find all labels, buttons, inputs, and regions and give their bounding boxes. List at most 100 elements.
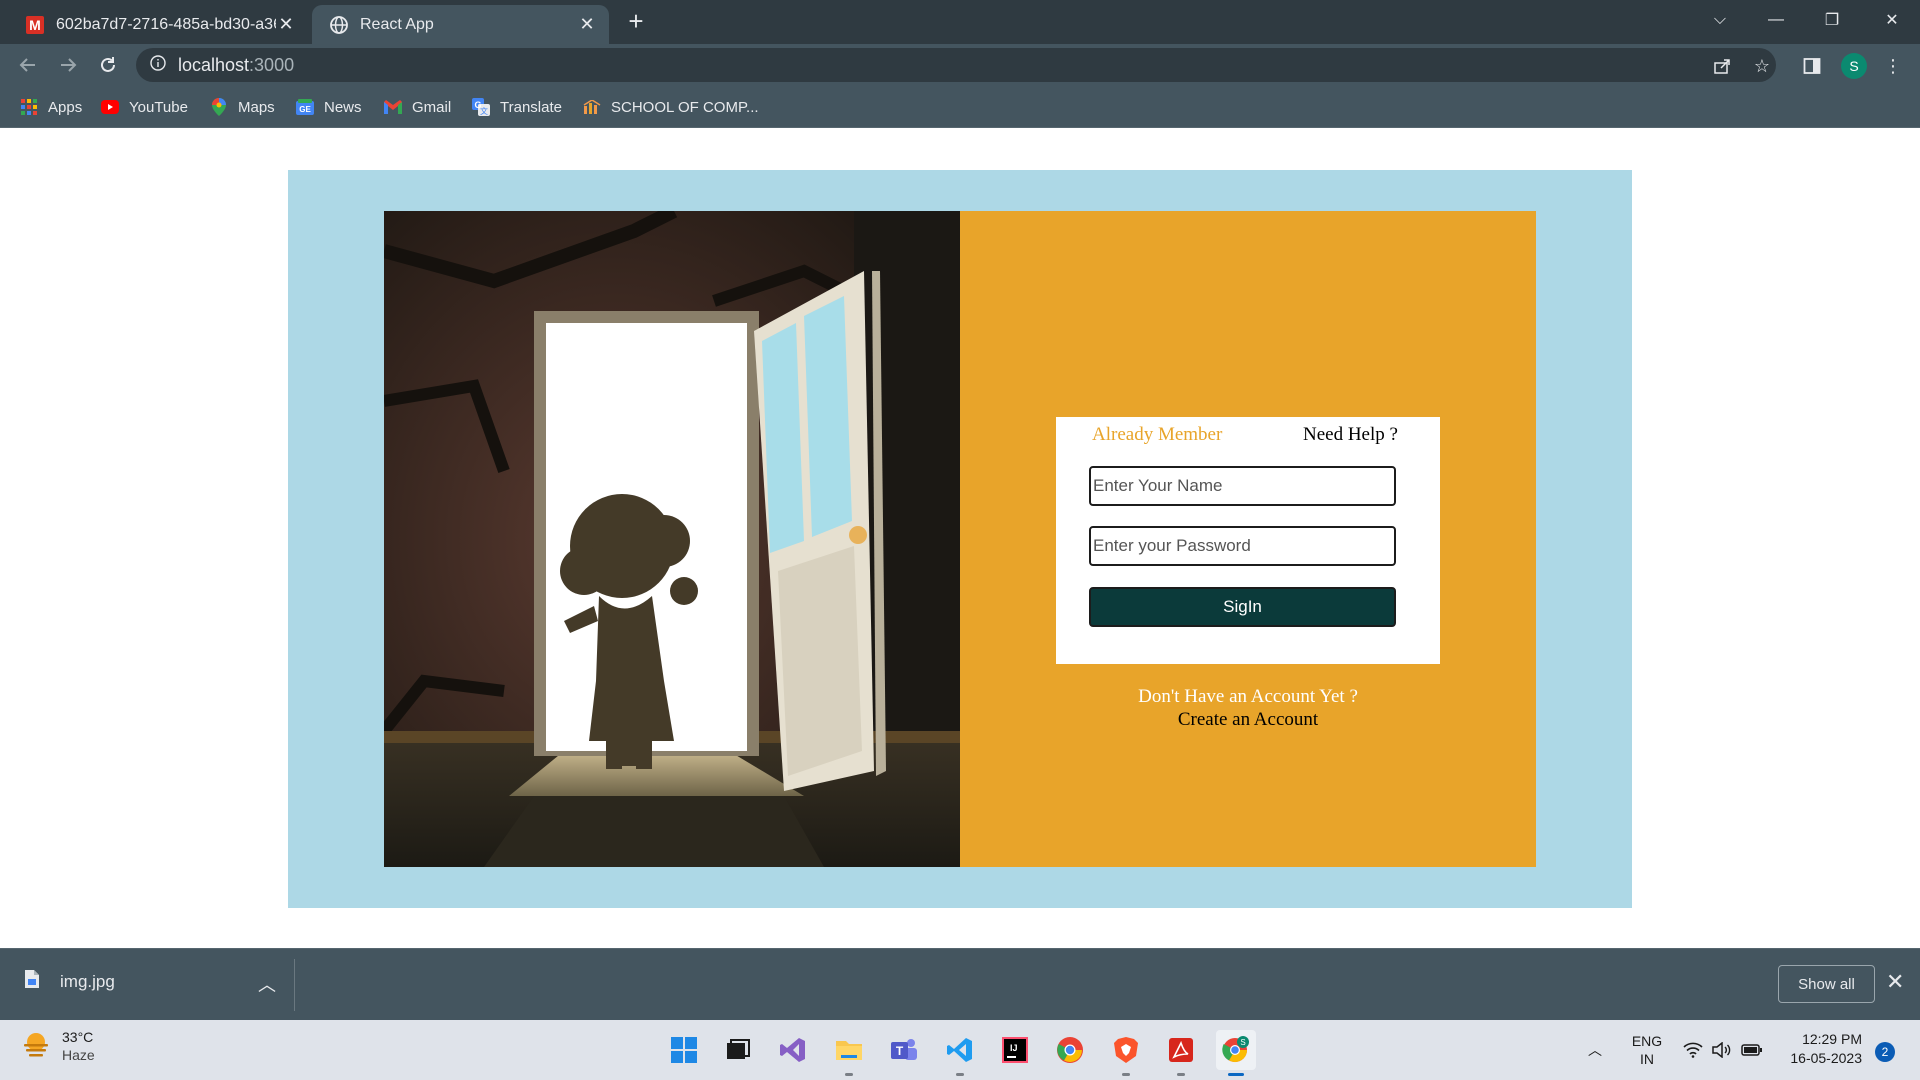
close-window-icon[interactable]: ✕ <box>1866 0 1918 40</box>
page-viewport: Already Member Need Help ? SigIn Don't H… <box>0 128 1920 948</box>
bookmark-translate[interactable]: G文 Translate <box>472 96 562 118</box>
reload-icon[interactable] <box>94 51 122 79</box>
close-tab-icon[interactable]: ✕ <box>577 14 597 35</box>
chrome-icon[interactable] <box>1050 1030 1090 1070</box>
weather-temp: 33°C <box>62 1029 94 1045</box>
tab-title: 602ba7d7-2716-485a-bd30-a36a <box>56 15 276 33</box>
browser-toolbar: localhost:3000 ☆ S ⋮ <box>0 44 1920 86</box>
close-tab-icon[interactable]: ✕ <box>276 14 296 35</box>
signup-prompt: Don't Have an Account Yet ? Create an Ac… <box>1056 685 1440 731</box>
brave-icon[interactable] <box>1106 1030 1146 1076</box>
signin-button[interactable]: SigIn <box>1089 587 1396 627</box>
login-panel: Already Member Need Help ? SigIn Don't H… <box>960 211 1536 867</box>
download-shelf: img.jpg ︿ Show all ✕ <box>0 948 1920 1020</box>
news-icon: GE <box>296 98 314 116</box>
svg-text:S: S <box>1240 1038 1245 1047</box>
chevron-up-icon[interactable]: ︿ <box>258 971 276 997</box>
tab-react-app[interactable]: React App ✕ <box>312 5 609 44</box>
share-icon[interactable] <box>1709 53 1735 79</box>
svg-text:文: 文 <box>480 106 488 116</box>
bookmark-label: Gmail <box>412 98 452 116</box>
back-icon[interactable] <box>14 51 42 79</box>
already-member-tab[interactable]: Already Member <box>1092 424 1222 446</box>
bookmark-label: SCHOOL OF COMP... <box>611 98 759 116</box>
bookmark-news[interactable]: GE News <box>296 96 362 118</box>
task-view-icon[interactable] <box>718 1030 758 1070</box>
clock-date: 16-05-2023 <box>1790 1050 1862 1066</box>
bookmark-star-icon[interactable]: ☆ <box>1749 53 1775 79</box>
tab-title: React App <box>360 15 434 33</box>
weather-widget[interactable]: 33°C Haze <box>22 1028 95 1064</box>
bookmark-school[interactable]: SCHOOL OF COMP... <box>583 96 759 118</box>
bookmark-gmail[interactable]: Gmail <box>384 96 451 118</box>
wifi-icon[interactable] <box>1683 1020 1703 1080</box>
no-account-text: Don't Have an Account Yet ? <box>1138 686 1358 707</box>
bookmark-label: Translate <box>500 98 562 116</box>
show-hidden-icons-chevron-icon[interactable]: ︿ <box>1588 1020 1602 1080</box>
download-file-name: img.jpg <box>60 971 115 991</box>
weather-desc: Haze <box>62 1047 95 1063</box>
haze-sun-icon <box>22 1030 50 1063</box>
gmail-m-icon: M <box>24 14 46 36</box>
windows-taskbar: 33°C Haze T IJ S ︿ ENG IN 12:29 PM 16-05… <box>0 1020 1920 1080</box>
download-item[interactable]: img.jpg <box>24 969 115 994</box>
svg-text:IJ: IJ <box>1010 1043 1018 1053</box>
file-icon <box>24 969 40 994</box>
tab-search-chevron-icon[interactable]: ⌵ <box>1694 0 1746 40</box>
svg-text:M: M <box>29 17 41 33</box>
bookmark-label: YouTube <box>129 98 188 116</box>
system-clock[interactable]: 12:29 PM 16-05-2023 <box>1778 1030 1862 1068</box>
new-tab-button[interactable]: + <box>622 8 650 36</box>
svg-text:T: T <box>896 1044 904 1058</box>
need-help-link[interactable]: Need Help ? <box>1303 424 1398 446</box>
bookmarks-bar: Apps YouTube Maps GE News Gmail G文 Trans… <box>0 86 1920 128</box>
language-indicator[interactable]: ENG IN <box>1630 1020 1664 1080</box>
intellij-icon[interactable]: IJ <box>995 1030 1035 1070</box>
create-account-link[interactable]: Create an Account <box>1056 708 1440 731</box>
side-panel-icon[interactable] <box>1799 53 1825 79</box>
menu-kebab-icon[interactable]: ⋮ <box>1880 53 1906 79</box>
visual-studio-icon[interactable] <box>773 1030 813 1070</box>
forward-icon[interactable] <box>54 51 82 79</box>
translate-icon: G文 <box>472 98 490 116</box>
bookmark-youtube[interactable]: YouTube <box>101 96 188 118</box>
bookmark-maps[interactable]: Maps <box>210 96 275 118</box>
site-info-icon[interactable] <box>150 54 166 76</box>
address-bar[interactable]: localhost:3000 <box>136 48 1776 82</box>
apps-grid-icon <box>20 98 38 116</box>
chrome-active-icon[interactable]: S <box>1216 1030 1256 1076</box>
windows-start-icon[interactable] <box>664 1030 704 1070</box>
bookmark-label: Maps <box>238 98 275 116</box>
volume-icon[interactable] <box>1711 1020 1731 1080</box>
teams-icon[interactable]: T <box>884 1030 924 1070</box>
login-container: Already Member Need Help ? SigIn Don't H… <box>288 170 1632 908</box>
school-icon <box>583 98 601 116</box>
clock-time: 12:29 PM <box>1802 1031 1862 1047</box>
show-all-button[interactable]: Show all <box>1778 965 1875 1003</box>
file-explorer-icon[interactable] <box>829 1030 869 1076</box>
name-input[interactable] <box>1089 466 1396 506</box>
bookmark-label: News <box>324 98 362 116</box>
close-shelf-icon[interactable]: ✕ <box>1886 971 1904 993</box>
minimize-icon[interactable]: — <box>1750 0 1802 40</box>
battery-icon[interactable] <box>1741 1020 1763 1080</box>
bookmark-apps[interactable]: Apps <box>20 96 82 118</box>
door-illustration <box>384 211 960 867</box>
password-input[interactable] <box>1089 526 1396 566</box>
bookmark-label: Apps <box>48 98 83 116</box>
globe-icon <box>328 14 350 36</box>
acrobat-icon[interactable] <box>1161 1030 1201 1076</box>
lang-top: ENG <box>1631 1033 1663 1049</box>
url-text[interactable]: localhost:3000 <box>178 55 294 76</box>
profile-avatar[interactable]: S <box>1841 53 1867 79</box>
shelf-divider <box>294 959 295 1011</box>
svg-text:GE: GE <box>299 105 311 114</box>
vscode-icon[interactable] <box>940 1030 980 1076</box>
restore-icon[interactable]: ❐ <box>1806 0 1858 40</box>
notification-badge[interactable]: 2 <box>1875 1042 1895 1062</box>
maps-icon <box>210 98 228 116</box>
gmail-icon <box>384 98 402 116</box>
tab-gmail-attachment[interactable]: M 602ba7d7-2716-485a-bd30-a36a ✕ <box>8 5 308 44</box>
lang-bottom: IN <box>1640 1051 1654 1067</box>
youtube-icon <box>101 98 119 116</box>
